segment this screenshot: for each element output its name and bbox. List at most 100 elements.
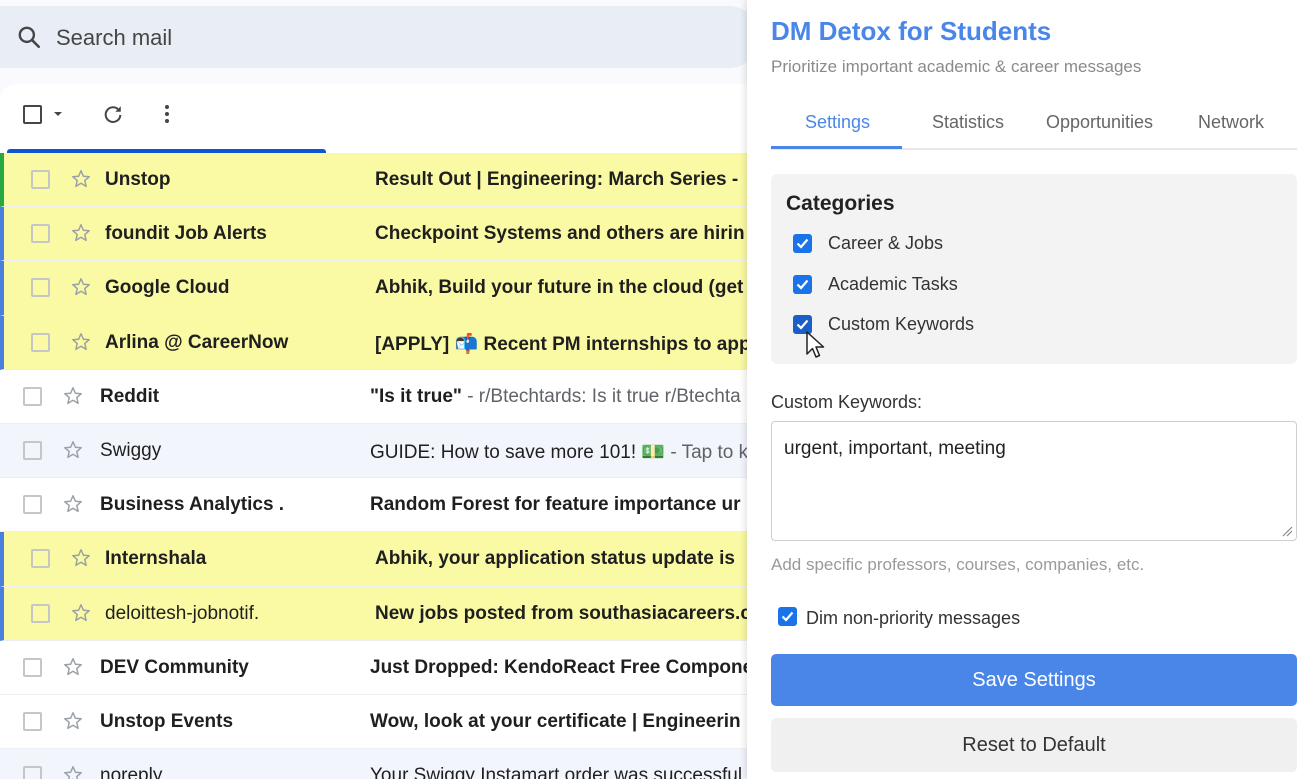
email-row[interactable]: Google Cloud Abhik, Build your future in… <box>0 261 760 316</box>
row-checkbox[interactable] <box>23 657 42 677</box>
email-subject: [APPLY] 📬 Recent PM internships to app <box>375 332 760 356</box>
row-checkbox[interactable] <box>23 766 42 779</box>
refresh-icon[interactable] <box>102 103 124 125</box>
email-subject-text: New jobs posted from southasiacareers.c <box>375 602 751 624</box>
row-checkbox[interactable] <box>23 495 42 515</box>
categories-box: Categories Career & Jobs Academic Tasks … <box>771 174 1297 364</box>
search-icon[interactable] <box>16 24 42 50</box>
email-row[interactable]: Business Analytics . Random Forest for f… <box>0 478 760 533</box>
email-subject: New jobs posted from southasiacareers.c <box>375 603 760 625</box>
star-icon[interactable] <box>70 168 92 190</box>
email-row[interactable]: Unstop Result Out | Engineering: March S… <box>0 153 760 208</box>
custom-keywords-textarea[interactable]: urgent, important, meeting <box>771 421 1297 541</box>
email-sender: DEV Community <box>100 656 249 678</box>
star-icon[interactable] <box>62 385 84 407</box>
email-sender: Arlina @ CareerNow <box>105 331 289 353</box>
email-subject-text: GUIDE: How to save more 101! 💵 <box>370 441 666 463</box>
row-checkbox[interactable] <box>31 332 50 352</box>
email-row[interactable]: Unstop Events Wow, look at your certific… <box>0 694 760 750</box>
email-sender: Business Analytics . <box>100 494 285 516</box>
email-sender: noreply <box>100 765 163 779</box>
category-label: Career & Jobs <box>828 233 944 253</box>
email-row[interactable]: Internshala Abhik, your application stat… <box>0 532 760 587</box>
save-settings-button[interactable]: Save Settings <box>771 654 1297 706</box>
email-sender: foundit Job Alerts <box>105 223 267 245</box>
email-subject: Just Dropped: KendoReact Free Compone <box>370 657 760 679</box>
extension-panel: DM Detox for Students Prioritize importa… <box>747 0 1315 779</box>
row-checkbox[interactable] <box>23 711 42 731</box>
category-label: Academic Tasks <box>828 274 958 294</box>
row-checkbox[interactable] <box>31 278 50 298</box>
star-icon[interactable] <box>62 439 84 461</box>
email-row[interactable]: noreply Your Swiggy Instamart order was … <box>0 749 760 779</box>
tab-opportunities[interactable]: Opportunities <box>1046 112 1153 133</box>
chevron-down-icon[interactable] <box>51 109 65 119</box>
email-row[interactable]: Arlina @ CareerNow [APPLY] 📬 Recent PM i… <box>0 315 760 370</box>
email-snippet: - r/Btechtards: Is it true r/Btechta <box>461 385 741 407</box>
email-list: Unstop Result Out | Engineering: March S… <box>0 153 760 779</box>
row-checkbox[interactable] <box>23 386 42 406</box>
star-icon[interactable] <box>70 222 92 244</box>
email-subject-text: Abhik, Build your future in the cloud (g… <box>375 277 744 299</box>
email-row[interactable]: deloittesh-jobnotif. New jobs posted fro… <box>0 586 760 641</box>
email-sender: Unstop <box>105 169 171 190</box>
search-input[interactable]: Search mail <box>56 25 172 51</box>
email-subject: Your Swiggy Instamart order was successf… <box>370 765 760 779</box>
email-subject: Checkpoint Systems and others are hirin <box>375 223 760 245</box>
more-vert-icon[interactable] <box>157 103 177 125</box>
row-checkbox[interactable] <box>31 549 50 569</box>
row-checkbox[interactable] <box>31 224 50 244</box>
email-row[interactable]: foundit Job Alerts Checkpoint Systems an… <box>0 207 760 262</box>
dim-checkbox[interactable] <box>778 607 797 626</box>
email-sender: Google Cloud <box>105 277 230 299</box>
panel-subtitle: Prioritize important academic & career m… <box>771 57 1142 76</box>
row-checkbox[interactable] <box>23 440 42 460</box>
email-sender: Reddit <box>100 385 160 407</box>
resize-handle-icon[interactable] <box>1281 525 1293 537</box>
star-icon[interactable] <box>70 547 92 569</box>
mail-toolbar <box>0 84 760 148</box>
email-subject: Abhik, your application status update is <box>375 548 760 570</box>
select-all-checkbox[interactable] <box>23 105 42 124</box>
email-sender: Unstop Events <box>100 710 234 732</box>
email-subject-text: [APPLY] 📬 Recent PM internships to app <box>375 333 751 355</box>
custom-keywords-value: urgent, important, meeting <box>784 438 1006 459</box>
email-sender: deloittesh-jobnotif. <box>105 602 260 624</box>
email-subject-text: Wow, look at your certificate | Engineer… <box>370 710 741 732</box>
reset-default-button[interactable]: Reset to Default <box>771 718 1297 772</box>
star-icon[interactable] <box>62 493 84 515</box>
custom-keywords-hint: Add specific professors, courses, compan… <box>771 555 1145 574</box>
custom-keywords-label: Custom Keywords: <box>771 392 923 412</box>
tab-network[interactable]: Network <box>1198 112 1264 133</box>
row-checkbox[interactable] <box>31 603 50 623</box>
email-sender: Internshala <box>105 548 207 570</box>
mouse-cursor-icon <box>806 331 825 358</box>
email-subject: "Is it true" - r/Btechtards: Is it true … <box>370 386 760 408</box>
star-icon[interactable] <box>70 331 92 353</box>
panel-title: DM Detox for Students <box>771 16 1052 46</box>
star-icon[interactable] <box>62 764 84 779</box>
row-checkbox[interactable] <box>31 170 50 189</box>
check-icon <box>796 238 809 249</box>
star-icon[interactable] <box>70 276 92 298</box>
email-subject-text: Abhik, your application status update is <box>375 548 735 570</box>
star-icon[interactable] <box>62 710 84 732</box>
email-subject: Wow, look at your certificate | Engineer… <box>370 711 760 733</box>
category-checkbox[interactable] <box>793 275 812 294</box>
active-tab-indicator <box>771 146 902 149</box>
email-subject-text: Just Dropped: KendoReact Free Compone <box>370 656 754 678</box>
star-icon[interactable] <box>62 656 84 678</box>
email-subject-text: Random Forest for feature importance ur <box>370 494 741 516</box>
tab-settings[interactable]: Settings <box>805 112 870 133</box>
email-row[interactable]: Swiggy GUIDE: How to save more 101! 💵 - … <box>0 423 760 479</box>
email-subject: Result Out | Engineering: March Series - <box>375 169 760 191</box>
star-icon[interactable] <box>70 602 92 624</box>
category-checkbox[interactable] <box>793 234 812 253</box>
search-bar[interactable]: Search mail <box>0 6 760 68</box>
email-subject-text: Result Out | Engineering: March Series - <box>375 169 739 190</box>
tab-statistics[interactable]: Statistics <box>932 112 1004 133</box>
email-subject: Random Forest for feature importance ur <box>370 494 760 516</box>
email-row[interactable]: DEV Community Just Dropped: KendoReact F… <box>0 640 760 695</box>
email-row[interactable]: Reddit "Is it true" - r/Btechtards: Is i… <box>0 369 760 424</box>
check-icon <box>796 279 809 290</box>
